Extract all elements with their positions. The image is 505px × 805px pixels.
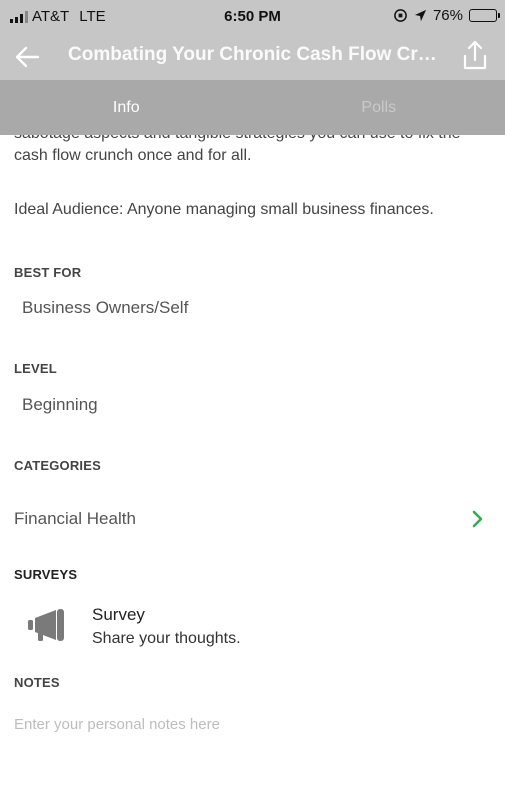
notes-input[interactable] bbox=[14, 709, 492, 739]
tab-bar: Info Polls bbox=[0, 80, 505, 135]
survey-title: Survey bbox=[92, 605, 145, 624]
location-icon bbox=[414, 9, 427, 22]
best-for-label: BEST FOR bbox=[14, 265, 82, 280]
tab-info[interactable]: Info bbox=[0, 80, 253, 135]
battery-icon bbox=[469, 9, 500, 22]
status-right: 76% bbox=[393, 7, 500, 24]
ideal-audience: Ideal Audience: Anyone managing small bu… bbox=[14, 201, 434, 218]
status-bar: AT&T LTE 6:50 PM 76% bbox=[0, 0, 505, 34]
chevron-right-icon bbox=[472, 510, 483, 528]
level-label: LEVEL bbox=[14, 361, 57, 376]
session-description: sabotage aspects and tangible strategies… bbox=[14, 135, 461, 164]
tab-polls[interactable]: Polls bbox=[253, 80, 505, 135]
orientation-lock-icon bbox=[394, 9, 407, 22]
info-content: sabotage aspects and tangible strategies… bbox=[0, 135, 505, 805]
categories-label: CATEGORIES bbox=[14, 458, 101, 473]
arrow-left-icon[interactable] bbox=[12, 42, 44, 72]
survey-subtitle: Share your thoughts. bbox=[92, 630, 241, 647]
page-title: Combating Your Chronic Cash Flow Cri… bbox=[68, 44, 440, 65]
level-value: Beginning bbox=[22, 395, 98, 414]
best-for-value: Business Owners/Self bbox=[22, 298, 189, 317]
surveys-label: SURVEYS bbox=[14, 567, 78, 582]
category-label: Financial Health bbox=[14, 509, 136, 528]
share-icon[interactable] bbox=[459, 38, 491, 72]
megaphone-icon bbox=[28, 609, 64, 641]
battery-percent: 76% bbox=[432, 7, 463, 24]
nav-bar: Combating Your Chronic Cash Flow Cri… bbox=[0, 34, 505, 80]
survey-row[interactable]: Survey Share your thoughts. bbox=[0, 595, 505, 655]
category-row[interactable]: Financial Health bbox=[0, 501, 505, 537]
notes-label: NOTES bbox=[14, 675, 60, 690]
